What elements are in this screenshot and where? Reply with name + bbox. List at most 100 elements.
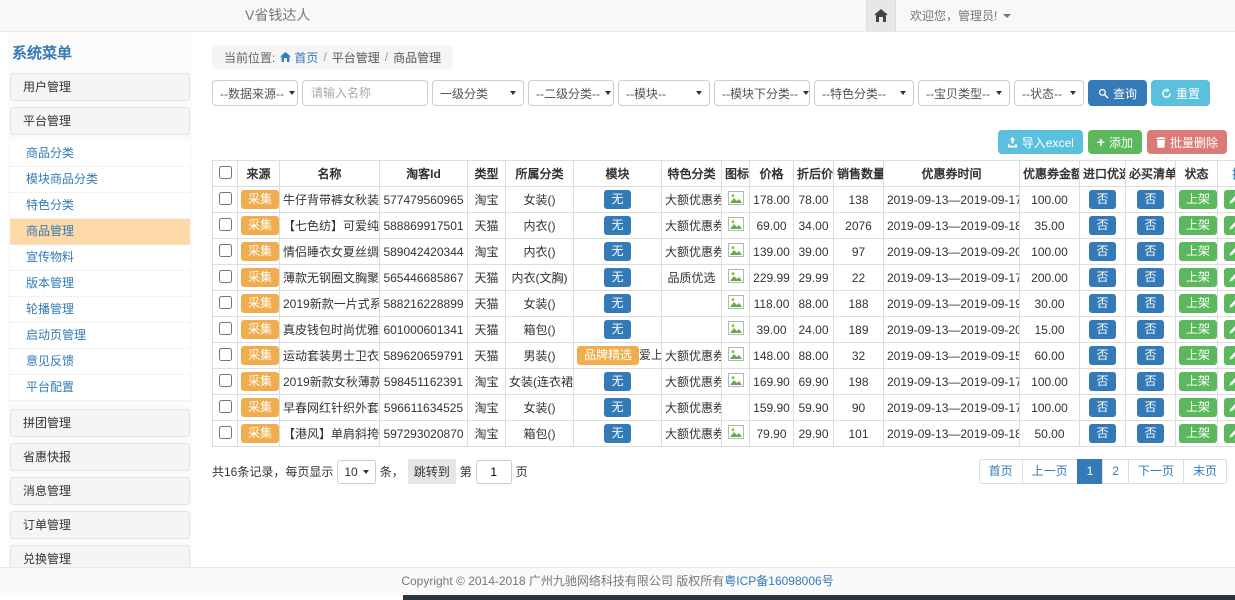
imported-toggle[interactable]: 否: [1089, 320, 1115, 339]
status-button[interactable]: 上架: [1179, 398, 1217, 417]
sidebar-item[interactable]: 省惠快报: [10, 443, 190, 471]
row-checkbox[interactable]: [219, 374, 232, 387]
status-button[interactable]: 上架: [1179, 216, 1217, 235]
row-checkbox[interactable]: [219, 426, 232, 439]
module-select[interactable]: --模块--: [618, 80, 710, 106]
module-sub-select[interactable]: --模块下分类--: [714, 80, 810, 106]
column-header: 模块: [574, 161, 662, 187]
breadcrumb-home-link[interactable]: 首页: [280, 49, 318, 66]
reset-button[interactable]: 重置: [1151, 80, 1210, 106]
status-button[interactable]: 上架: [1179, 190, 1217, 209]
edit-button[interactable]: [1224, 242, 1235, 261]
edit-button[interactable]: [1224, 268, 1235, 287]
imported-toggle[interactable]: 否: [1089, 398, 1115, 417]
status-button[interactable]: 上架: [1179, 372, 1217, 391]
import-excel-button[interactable]: 导入excel: [998, 130, 1083, 154]
page-button[interactable]: 下一页: [1128, 459, 1184, 484]
imported-toggle[interactable]: 否: [1089, 424, 1115, 443]
sidebar-item[interactable]: 宣传物料: [10, 245, 190, 271]
sidebar-item[interactable]: 商品分类: [10, 141, 190, 167]
imported-toggle[interactable]: 否: [1089, 216, 1115, 235]
edit-button[interactable]: [1224, 190, 1235, 209]
status-select[interactable]: --状态--: [1014, 80, 1084, 106]
edit-button[interactable]: [1224, 346, 1235, 365]
edit-button[interactable]: [1224, 216, 1235, 235]
sidebar-item[interactable]: 用户管理: [10, 73, 190, 101]
jump-button[interactable]: 跳转到: [408, 459, 456, 484]
per-page-select[interactable]: 10: [337, 460, 375, 484]
level1-category-select[interactable]: 一级分类: [432, 80, 524, 106]
imported-toggle[interactable]: 否: [1089, 190, 1115, 209]
imported-toggle[interactable]: 否: [1089, 372, 1115, 391]
page-button[interactable]: 末页: [1183, 459, 1227, 484]
name-search-input[interactable]: [302, 80, 428, 106]
page-button[interactable]: 1: [1077, 459, 1104, 484]
row-checkbox[interactable]: [219, 270, 232, 283]
page-button[interactable]: 首页: [979, 459, 1023, 484]
sidebar-item[interactable]: 意见反馈: [10, 349, 190, 375]
imported-toggle[interactable]: 否: [1089, 346, 1115, 365]
edit-button[interactable]: [1224, 398, 1235, 417]
edit-button[interactable]: [1224, 294, 1235, 313]
sidebar-item[interactable]: 版本管理: [10, 271, 190, 297]
sidebar-item[interactable]: 商品管理: [10, 219, 190, 245]
sidebar-item[interactable]: 订单管理: [10, 511, 190, 539]
sidebar-item[interactable]: 平台配置: [10, 375, 190, 401]
must-buy-toggle[interactable]: 否: [1137, 398, 1163, 417]
item-type-select[interactable]: --宝贝类型--: [918, 80, 1010, 106]
row-checkbox[interactable]: [219, 244, 232, 257]
cell-status: 上架: [1176, 421, 1218, 447]
page-number-input[interactable]: [476, 460, 512, 484]
page-button[interactable]: 2: [1102, 459, 1129, 484]
sidebar-item[interactable]: 平台管理: [10, 107, 190, 135]
status-button[interactable]: 上架: [1179, 294, 1217, 313]
add-button[interactable]: + 添加: [1088, 130, 1142, 154]
breadcrumb-separator: /: [385, 50, 388, 64]
sidebar-item[interactable]: 兑换管理: [10, 545, 190, 567]
user-menu[interactable]: 欢迎您，管理员!: [896, 0, 1025, 31]
select-all-checkbox[interactable]: [219, 166, 232, 179]
sidebar-item[interactable]: 启动页管理: [10, 323, 190, 349]
must-buy-toggle[interactable]: 否: [1137, 372, 1163, 391]
must-buy-toggle[interactable]: 否: [1137, 190, 1163, 209]
edit-button[interactable]: [1224, 424, 1235, 443]
status-button[interactable]: 上架: [1179, 268, 1217, 287]
must-buy-toggle[interactable]: 否: [1137, 294, 1163, 313]
must-buy-toggle[interactable]: 否: [1137, 216, 1163, 235]
search-button[interactable]: 查询: [1088, 80, 1147, 106]
feature-category-select[interactable]: --特色分类--: [814, 80, 914, 106]
must-buy-toggle[interactable]: 否: [1137, 346, 1163, 365]
data-source-select[interactable]: --数据来源--: [212, 80, 298, 106]
home-button[interactable]: [866, 0, 896, 31]
row-checkbox[interactable]: [219, 348, 232, 361]
imported-toggle[interactable]: 否: [1089, 294, 1115, 313]
must-buy-toggle[interactable]: 否: [1137, 268, 1163, 287]
batch-delete-button[interactable]: 批量删除: [1147, 130, 1227, 154]
must-buy-toggle[interactable]: 否: [1137, 320, 1163, 339]
sidebar-item[interactable]: 拼团管理: [10, 409, 190, 437]
cell-checkbox: [213, 369, 238, 395]
imported-toggle[interactable]: 否: [1089, 268, 1115, 287]
page-button[interactable]: 上一页: [1022, 459, 1078, 484]
edit-button[interactable]: [1224, 372, 1235, 391]
status-button[interactable]: 上架: [1179, 346, 1217, 365]
status-button[interactable]: 上架: [1179, 320, 1217, 339]
status-button[interactable]: 上架: [1179, 242, 1217, 261]
status-button[interactable]: 上架: [1179, 424, 1217, 443]
cell-price: 79.90: [750, 421, 794, 447]
level2-category-select[interactable]: --二级分类--: [528, 80, 614, 106]
row-checkbox[interactable]: [219, 322, 232, 335]
must-buy-toggle[interactable]: 否: [1137, 424, 1163, 443]
sidebar-item[interactable]: 特色分类: [10, 193, 190, 219]
edit-button[interactable]: [1224, 320, 1235, 339]
imported-toggle[interactable]: 否: [1089, 242, 1115, 261]
icp-link[interactable]: 粤ICP备16098006号: [724, 574, 833, 588]
sidebar-item[interactable]: 消息管理: [10, 477, 190, 505]
sidebar-item[interactable]: 轮播管理: [10, 297, 190, 323]
row-checkbox[interactable]: [219, 296, 232, 309]
row-checkbox[interactable]: [219, 192, 232, 205]
row-checkbox[interactable]: [219, 400, 232, 413]
must-buy-toggle[interactable]: 否: [1137, 242, 1163, 261]
sidebar-item[interactable]: 模块商品分类: [10, 167, 190, 193]
row-checkbox[interactable]: [219, 218, 232, 231]
